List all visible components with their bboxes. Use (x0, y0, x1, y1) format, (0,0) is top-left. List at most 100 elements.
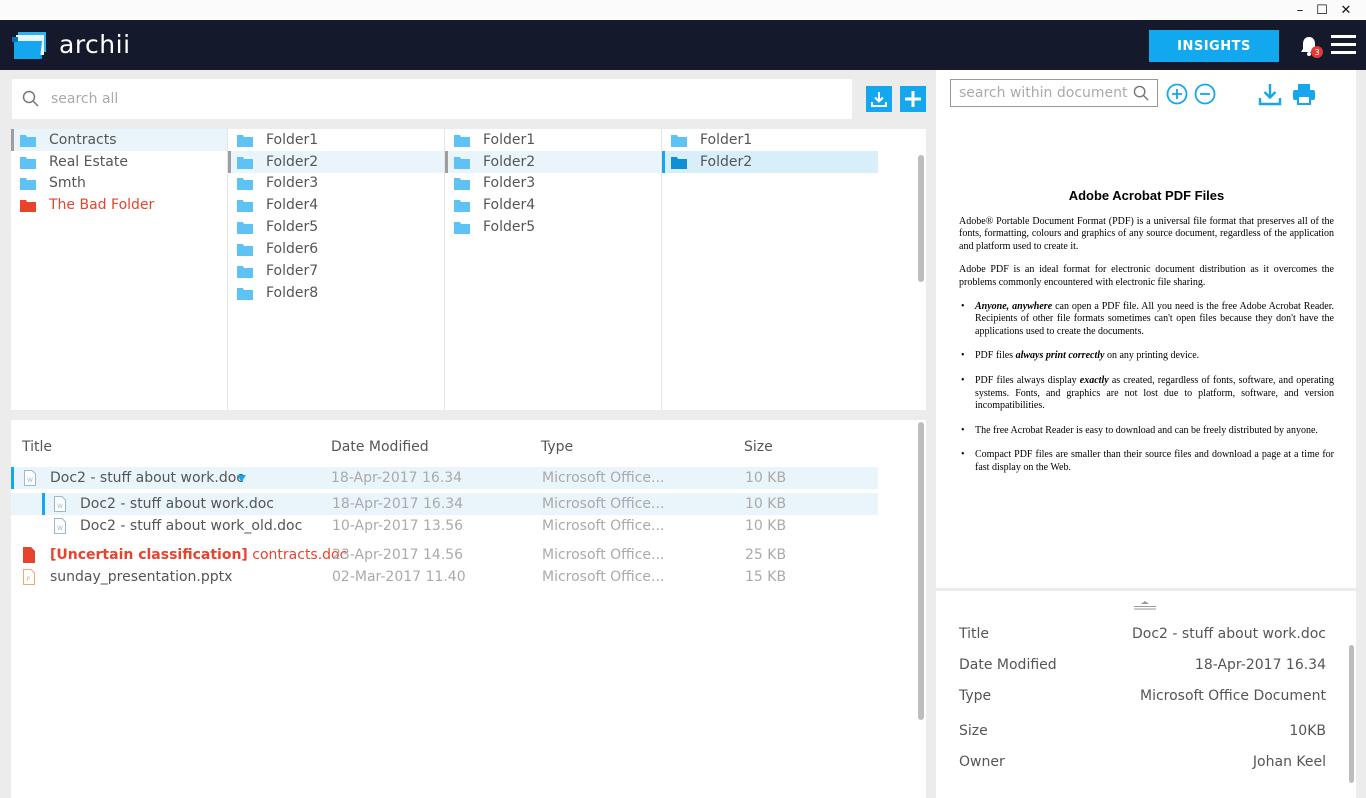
column-header-size[interactable]: Size (744, 439, 773, 455)
folder-icon (237, 156, 253, 169)
folder-label: Folder1 (700, 132, 753, 148)
svg-text:W: W (57, 525, 63, 532)
property-label: Type (959, 688, 992, 704)
folder-item[interactable]: Folder4 (445, 194, 661, 216)
search-placeholder: search all (51, 91, 119, 107)
word-document-icon: W (54, 518, 66, 534)
file-type: Microsoft Office... (542, 518, 665, 534)
file-version-row[interactable]: W Doc2 - stuff about work.doc 18-Apr-201… (11, 493, 878, 515)
file-row[interactable]: W Doc2 - stuff about work.doc 18-Apr-201… (11, 467, 878, 489)
file-title: [Uncertain classification] contracts.doc (50, 547, 347, 563)
property-value: 10KB (1289, 723, 1326, 739)
property-label: Date Modified (959, 657, 1057, 673)
folder-icon (20, 156, 36, 169)
search-icon (22, 90, 39, 107)
pdf-text: on any printing device. (1104, 350, 1200, 362)
maximize-icon: ☐ (1316, 2, 1328, 18)
caret-down-icon[interactable] (237, 475, 246, 482)
folder-item[interactable]: Folder1 (445, 129, 661, 151)
close-button[interactable]: ✕ (1332, 0, 1360, 20)
property-value: Microsoft Office Document (1139, 688, 1326, 704)
folder-icon (671, 156, 687, 169)
folder-browser: Contracts Real Estate Smth The Bad Folde… (11, 129, 926, 410)
file-size: 10 KB (745, 496, 787, 512)
menu-button[interactable] (1331, 35, 1356, 55)
folder-smth[interactable]: Smth (11, 172, 227, 194)
folder-item[interactable]: Folder8 (228, 282, 444, 304)
insights-button[interactable]: INSIGHTS (1149, 30, 1279, 62)
download-button[interactable] (866, 86, 892, 112)
column-header-type[interactable]: Type (541, 439, 573, 455)
file-title: Doc2 - stuff about work.doc (50, 470, 244, 486)
column-header-date[interactable]: Date Modified (331, 439, 429, 455)
pdf-emphasis: Anyone, anywhere (975, 300, 1053, 312)
print-icon[interactable] (1292, 82, 1316, 106)
zoom-in-icon[interactable] (1166, 83, 1188, 105)
folder-label: The Bad Folder (49, 197, 155, 213)
add-button[interactable] (900, 86, 926, 112)
pdf-paragraph: Adobe® Portable Document Format (PDF) is… (959, 215, 1334, 252)
file-row[interactable]: [Uncertain classification] contracts.doc… (11, 544, 878, 566)
folder-item[interactable]: Folder3 (445, 172, 661, 194)
property-value: Johan Keel (1252, 754, 1326, 770)
menu-icon-bar (1331, 51, 1356, 54)
folder-item[interactable]: Folder5 (445, 216, 661, 238)
folder-item[interactable]: Folder2 (445, 151, 661, 173)
word-document-icon: W (54, 496, 66, 512)
archii-logo-icon (12, 32, 46, 59)
file-row[interactable]: P sunday_presentation.pptx 02-Mar-2017 1… (11, 566, 878, 588)
document-search-input[interactable]: search within document (950, 79, 1158, 107)
folder-icon (237, 243, 253, 256)
folder-label: Folder7 (266, 263, 319, 279)
search-all-input[interactable]: search all (12, 79, 852, 119)
notification-badge: 3 (1311, 46, 1323, 58)
file-list-scrollbar[interactable] (918, 422, 924, 720)
folder-item[interactable]: Folder6 (228, 238, 444, 260)
property-label: Title (959, 626, 990, 642)
file-title: sunday_presentation.pptx (50, 569, 233, 585)
folder-contracts[interactable]: Contracts (11, 129, 227, 151)
column-header-title[interactable]: Title (22, 439, 52, 455)
file-date: 23-Apr-2017 14.56 (332, 547, 464, 563)
download-icon[interactable] (1258, 82, 1282, 106)
folder-scrollbar[interactable] (918, 155, 924, 282)
file-type: Microsoft Office... (542, 470, 665, 486)
pdf-bullet: Compact PDF files are smaller than their… (961, 449, 1334, 474)
document-search-placeholder: search within document (959, 85, 1128, 101)
folder-item[interactable]: Folder2 (662, 151, 878, 173)
folder-item[interactable]: Folder1 (228, 129, 444, 151)
folder-the-bad-folder[interactable]: The Bad Folder (11, 194, 227, 216)
folder-label: Folder2 (266, 154, 319, 170)
word-document-icon: W (24, 470, 36, 486)
panel-splitter-icon[interactable] (1134, 600, 1156, 610)
property-value: 18-Apr-2017 16.34 (1194, 657, 1326, 673)
folder-item[interactable]: Folder1 (662, 129, 878, 151)
selection-indicator (11, 467, 14, 489)
folder-label: Folder8 (266, 285, 319, 301)
folder-item[interactable]: Folder3 (228, 172, 444, 194)
pdf-paragraph: Adobe PDF is an ideal format for electro… (959, 264, 1334, 288)
file-size: 25 KB (745, 547, 787, 563)
zoom-out-icon[interactable] (1194, 83, 1216, 105)
selection-indicator (42, 493, 45, 515)
selection-indicator (11, 129, 14, 151)
folder-icon (237, 134, 253, 147)
search-icon (1133, 85, 1149, 101)
folder-label: Contracts (49, 132, 117, 148)
folder-item[interactable]: Folder4 (228, 194, 444, 216)
window-titlebar: – ☐ ✕ (0, 0, 1366, 20)
folder-label: Folder3 (483, 175, 536, 191)
folder-real-estate[interactable]: Real Estate (11, 151, 227, 173)
folder-item[interactable]: Folder2 (228, 151, 444, 173)
file-version-row[interactable]: W Doc2 - stuff about work_old.doc 10-Apr… (11, 515, 878, 537)
properties-scrollbar[interactable] (1349, 645, 1354, 783)
folder-label: Folder3 (266, 175, 319, 191)
folder-icon (237, 199, 253, 212)
folder-item[interactable]: Folder5 (228, 216, 444, 238)
folder-item[interactable]: Folder7 (228, 260, 444, 282)
svg-text:W: W (27, 477, 33, 484)
folder-label: Real Estate (49, 154, 128, 170)
folder-icon (454, 199, 470, 212)
file-date: 18-Apr-2017 16.34 (331, 470, 463, 486)
folder-column-3: Folder1 Folder2 Folder3 Folder4 Folder5 (445, 129, 662, 410)
